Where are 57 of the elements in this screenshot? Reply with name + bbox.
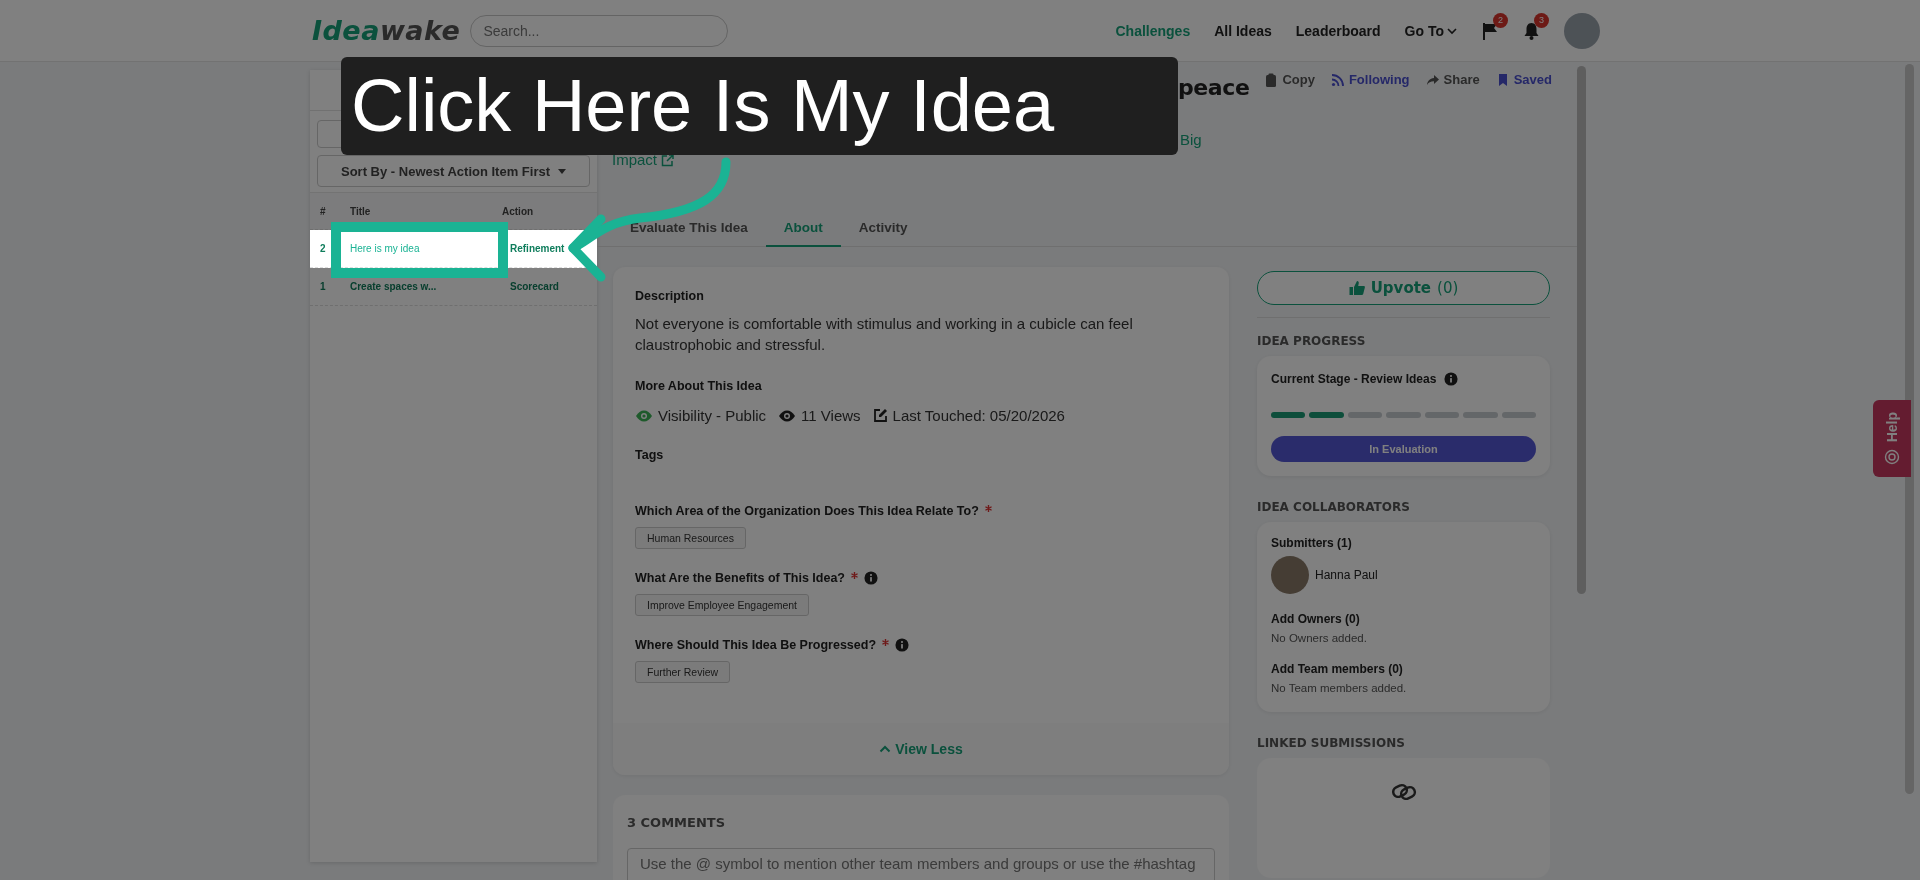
- nav-link[interactable]: All Ideas: [1214, 22, 1272, 39]
- section-label: Description: [635, 289, 705, 303]
- comments-heading: 3 COMMENTS: [627, 815, 727, 830]
- logo[interactable]: Ideawake: [312, 15, 461, 46]
- idea-action-button[interactable]: Copy: [1264, 72, 1315, 87]
- section-label: Tags: [635, 448, 665, 462]
- upvote-button[interactable]: Upvote (0): [1257, 271, 1550, 305]
- answer-tag: Further Review: [635, 661, 731, 683]
- search-field[interactable]: Search...: [470, 14, 729, 47]
- idea-title-link[interactable]: Create spaces w...: [350, 281, 510, 292]
- current-stage: Current Stage - Review Ideas: [1271, 372, 1437, 386]
- tour-tooltip: Click Here Is My Idea: [341, 57, 1178, 155]
- empty-text: No Owners added.: [1271, 632, 1368, 644]
- idea-action-button[interactable]: Following: [1330, 72, 1410, 87]
- group-title: Add Team members (0): [1271, 662, 1404, 676]
- section-heading: IDEA COLLABORATORS: [1257, 500, 1411, 514]
- group-title: Submitters (1): [1271, 536, 1353, 550]
- column-header: Action: [502, 205, 535, 217]
- meta-text: Last Touched: 05/20/2026: [892, 407, 1065, 424]
- section-heading: IDEA PROGRESS: [1257, 334, 1367, 348]
- challenge-link[interactable]: Big: [1180, 130, 1202, 150]
- answer-tag: Human Resources: [635, 527, 746, 549]
- comment-field[interactable]: Use the @ symbol to mention other team members and groups or use the #hashtag: [627, 848, 1215, 880]
- notification-badge: 2: [1493, 12, 1508, 28]
- question-label: What Are the Benefits of This Idea?: [635, 571, 845, 585]
- meta-text: 11 Views: [801, 407, 861, 424]
- idea-tab[interactable]: Activity: [840, 220, 926, 247]
- action-link[interactable]: Refinement: [510, 243, 597, 254]
- sort-dropdown[interactable]: Sort By - Newest Action Item First: [317, 155, 590, 187]
- idea-title-link[interactable]: Here is my idea: [350, 243, 510, 254]
- idea-tab[interactable]: Evaluate This Idea: [612, 220, 766, 247]
- description-text: Not everyone is comfortable with stimulus and working in a cubicle can feel claustrophobic and stressful.: [635, 314, 1134, 355]
- empty-text: No Team members added.: [1271, 682, 1408, 694]
- view-less-button[interactable]: View Less: [873, 740, 969, 758]
- column-header: Title: [350, 205, 372, 217]
- question-label: Which Area of the Organization Does This Idea Relate To?: [635, 504, 979, 518]
- section-heading: LINKED SUBMISSIONS: [1257, 736, 1406, 750]
- help-tab[interactable]: Help: [1873, 400, 1911, 477]
- action-link[interactable]: Scorecard: [510, 281, 597, 292]
- answer-tag: Improve Employee Engagement: [635, 594, 809, 616]
- nav-link[interactable]: Challenges: [1115, 22, 1191, 39]
- notification-badge: 3: [1534, 12, 1549, 28]
- idea-action-button[interactable]: Share: [1425, 72, 1480, 87]
- section-label: More About This Idea: [635, 379, 763, 393]
- column-header: #: [320, 205, 327, 217]
- nav-link[interactable]: Leaderboard: [1295, 22, 1381, 39]
- idea-tab[interactable]: About: [765, 220, 841, 247]
- group-title: Add Owners (0): [1271, 612, 1361, 626]
- idea-title: peace: [1178, 74, 1251, 102]
- idea-action-button[interactable]: Saved: [1495, 72, 1552, 87]
- person-name: Hanna Paul: [1315, 568, 1378, 582]
- row-number: 1: [320, 281, 327, 292]
- meta-text: Visibility - Public: [658, 407, 767, 424]
- status-button[interactable]: In Evaluation: [1271, 436, 1536, 462]
- row-number: 2: [320, 243, 327, 254]
- question-label: Where Should This Idea Be Progressed?: [635, 638, 877, 652]
- go-to-menu[interactable]: Go To: [1404, 22, 1457, 39]
